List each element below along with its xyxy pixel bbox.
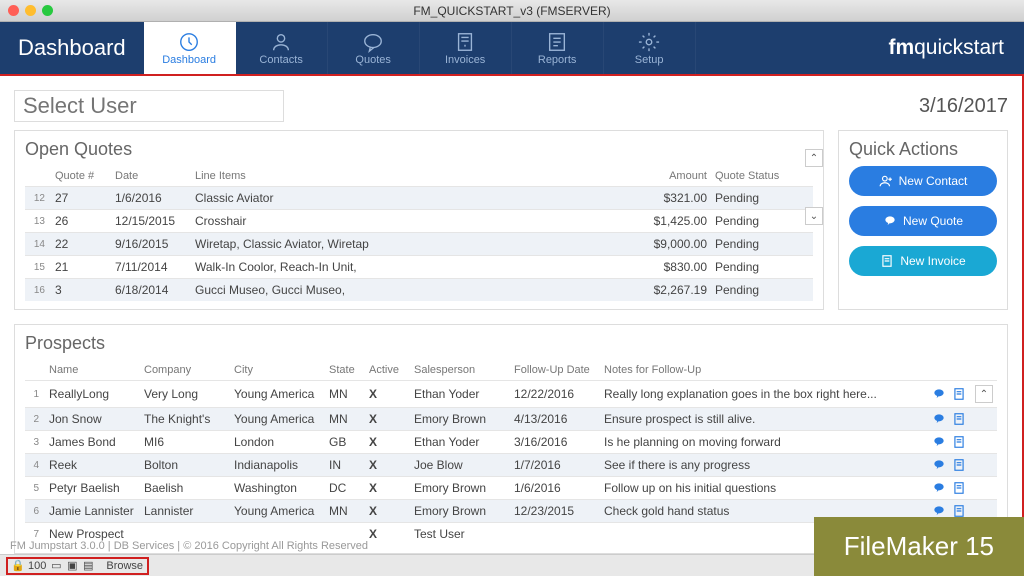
table-row[interactable]: 16 3 6/18/2014 Gucci Museo, Gucci Museo,… — [25, 279, 813, 302]
speech-icon — [883, 214, 897, 228]
zoom-in-icon[interactable]: ▣ — [66, 560, 78, 572]
quick-actions-title: Quick Actions — [849, 139, 997, 160]
col-date: Date — [111, 166, 191, 187]
gear-icon — [638, 31, 660, 53]
col-amount: Amount — [631, 166, 711, 187]
window-title: FM_QUICKSTART_v3 (FMSERVER) — [0, 4, 1024, 18]
speech-icon — [362, 31, 384, 53]
tab-label: Reports — [538, 54, 577, 66]
table-row[interactable]: 5 Petyr Baelish Baelish Washington DC X … — [25, 477, 997, 500]
new-quote-button[interactable]: New Quote — [849, 206, 997, 236]
invoice-icon — [880, 254, 894, 268]
col-quote-num: Quote # — [51, 166, 111, 187]
tab-label: Quotes — [355, 54, 390, 66]
invoice-icon[interactable] — [951, 387, 967, 401]
table-row[interactable]: 1 ReallyLong Very Long Young America MN … — [25, 381, 997, 408]
select-user-input[interactable] — [14, 90, 284, 122]
invoice-icon[interactable] — [951, 435, 967, 449]
col-name: Name — [45, 360, 140, 381]
invoice-icon[interactable] — [951, 458, 967, 472]
speech-icon[interactable] — [931, 504, 947, 518]
tab-label: Setup — [635, 54, 664, 66]
minimize-window[interactable] — [25, 5, 36, 16]
new-invoice-button[interactable]: New Invoice — [849, 246, 997, 276]
invoice-icon[interactable] — [951, 412, 967, 426]
table-row[interactable]: 13 26 12/15/2015 Crosshair $1,425.00 Pen… — [25, 210, 813, 233]
open-quotes-panel: Open Quotes Quote # Date Line Items Amou… — [14, 130, 824, 310]
filemaker-badge: FileMaker 15 — [814, 517, 1024, 576]
mode-label[interactable]: Browse — [106, 560, 143, 572]
table-row[interactable]: 12 27 1/6/2016 Classic Aviator $321.00 P… — [25, 187, 813, 210]
tab-quotes[interactable]: Quotes — [328, 22, 420, 74]
invoice-icon[interactable] — [951, 481, 967, 495]
col-active: Active — [365, 360, 410, 381]
titlebar: FM_QUICKSTART_v3 (FMSERVER) — [0, 0, 1024, 22]
table-row[interactable]: 3 James Bond MI6 London GB X Ethan Yoder… — [25, 431, 997, 454]
table-row[interactable]: 14 22 9/16/2015 Wiretap, Classic Aviator… — [25, 233, 813, 256]
speech-icon[interactable] — [931, 387, 947, 401]
col-status: Quote Status — [711, 166, 791, 187]
tab-invoices[interactable]: Invoices — [420, 22, 512, 74]
table-row[interactable]: 2 Jon Snow The Knight's Young America MN… — [25, 408, 997, 431]
quick-actions-panel: Quick Actions New Contact New Quote New … — [838, 130, 1008, 310]
brand-title: Dashboard — [0, 22, 144, 74]
tab-dashboard[interactable]: Dashboard — [144, 22, 236, 74]
footer-copyright: FM Jumpstart 3.0.0 | DB Services | © 201… — [10, 540, 368, 552]
tab-label: Dashboard — [162, 54, 216, 66]
col-follow: Follow-Up Date — [510, 360, 600, 381]
zoom-level[interactable]: 100 — [28, 560, 46, 572]
tab-label: Invoices — [445, 54, 485, 66]
report-icon — [546, 31, 568, 53]
lock-icon: 🔒 — [12, 560, 24, 572]
close-window[interactable] — [8, 5, 19, 16]
speech-icon[interactable] — [931, 481, 947, 495]
tab-reports[interactable]: Reports — [512, 22, 604, 74]
quotes-scroll-up[interactable]: ⌃ — [805, 149, 823, 167]
add-person-icon — [879, 174, 893, 188]
prospects-scroll-up[interactable]: ⌃ — [975, 385, 993, 403]
table-row[interactable]: 4 Reek Bolton Indianapolis IN X Joe Blow… — [25, 454, 997, 477]
new-contact-button[interactable]: New Contact — [849, 166, 997, 196]
navbar: Dashboard Dashboard Contacts Quotes Invo… — [0, 22, 1024, 74]
zoom-out-icon[interactable]: ▭ — [50, 560, 62, 572]
speech-icon[interactable] — [931, 412, 947, 426]
col-company: Company — [140, 360, 230, 381]
speech-icon[interactable] — [931, 458, 947, 472]
open-quotes-title: Open Quotes — [25, 139, 813, 160]
col-city: City — [230, 360, 325, 381]
clock-icon — [178, 31, 200, 53]
open-quotes-table: Quote # Date Line Items Amount Quote Sta… — [25, 166, 813, 301]
tab-label: Contacts — [259, 54, 302, 66]
col-state: State — [325, 360, 365, 381]
layout-icon[interactable]: ▤ — [82, 560, 94, 572]
invoice-icon — [454, 31, 476, 53]
col-notes: Notes for Follow-Up — [600, 360, 921, 381]
invoice-icon[interactable] — [951, 504, 967, 518]
col-items: Line Items — [191, 166, 631, 187]
page-date: 3/16/2017 — [919, 95, 1008, 118]
brand-logo: fmquickstart — [868, 22, 1024, 74]
speech-icon[interactable] — [931, 435, 947, 449]
tab-setup[interactable]: Setup — [604, 22, 696, 74]
quotes-scroll-down[interactable]: ⌄ — [805, 207, 823, 225]
page-body: 3/16/2017 Open Quotes Quote # Date Line … — [0, 74, 1024, 554]
tab-contacts[interactable]: Contacts — [236, 22, 328, 74]
prospects-title: Prospects — [25, 333, 997, 354]
col-sales: Salesperson — [410, 360, 510, 381]
person-icon — [270, 31, 292, 53]
zoom-window[interactable] — [42, 5, 53, 16]
table-row[interactable]: 15 21 7/11/2014 Walk-In Coolor, Reach-In… — [25, 256, 813, 279]
